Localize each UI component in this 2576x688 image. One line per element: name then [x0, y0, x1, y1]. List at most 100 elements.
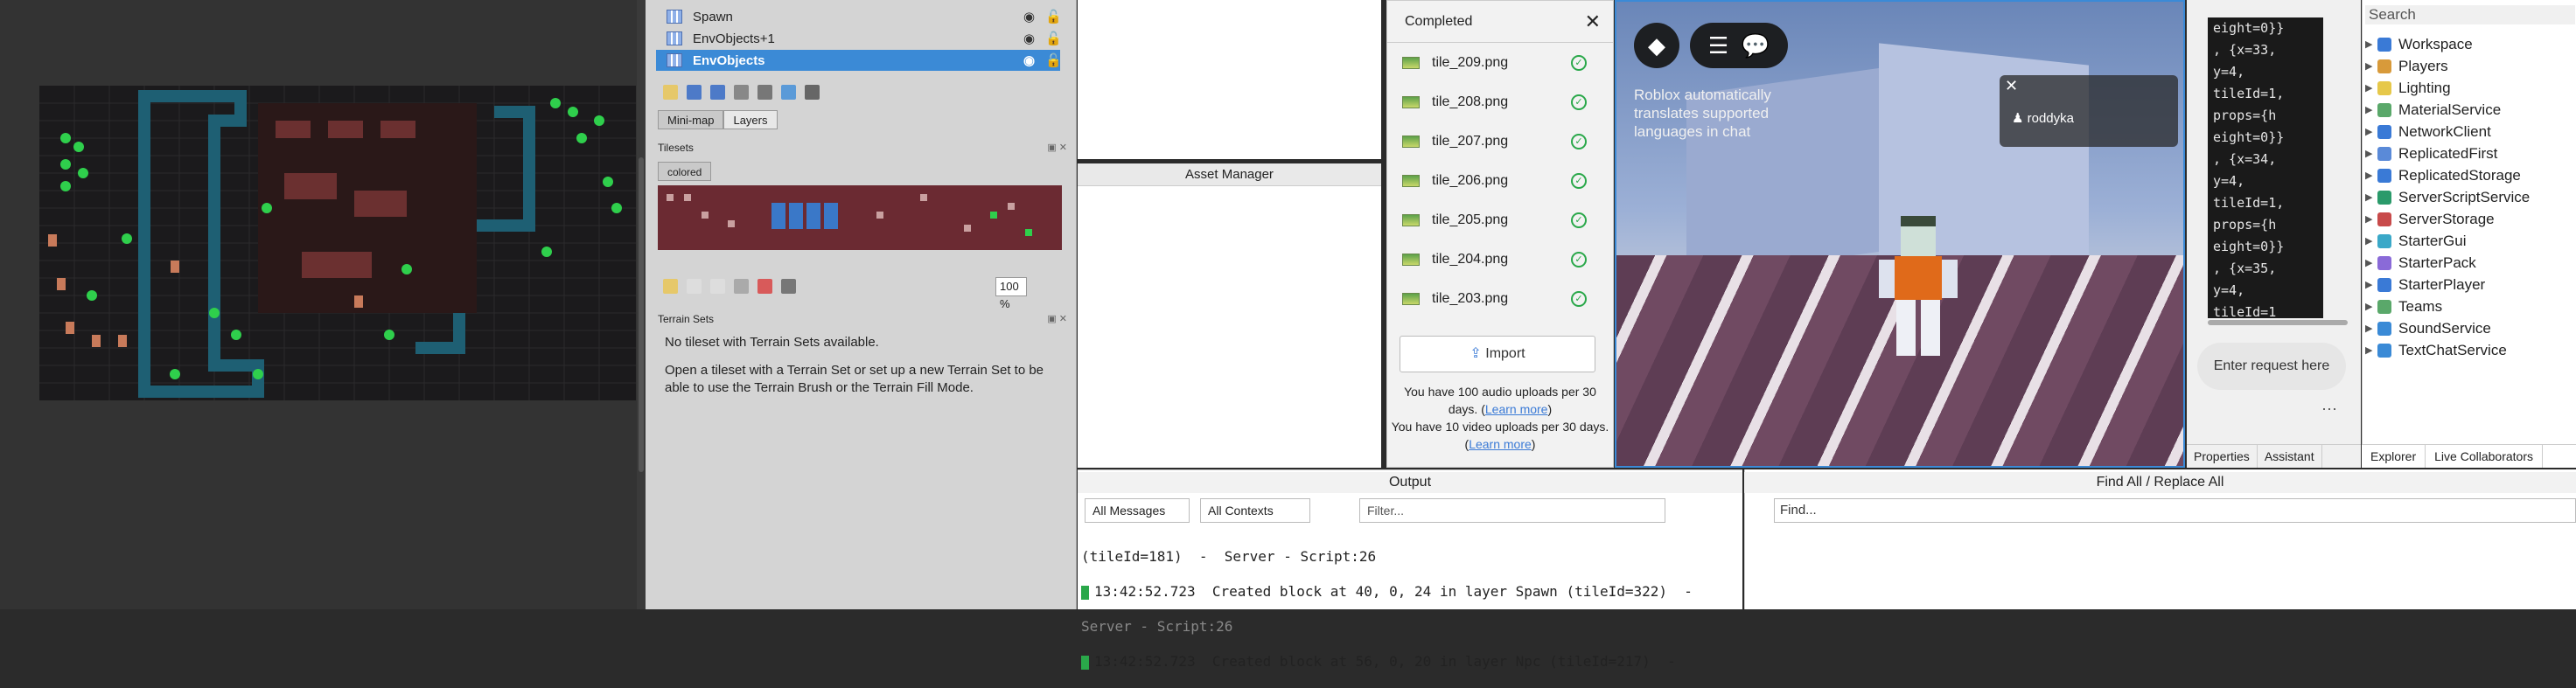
- chevron-right-icon[interactable]: ▶: [2365, 191, 2377, 203]
- layer-row-selected[interactable]: EnvObjects ◉ 🔓: [656, 50, 1062, 71]
- output-filter-input[interactable]: Filter...: [1359, 498, 1665, 523]
- explorer-item[interactable]: ▶ Teams: [2365, 295, 2442, 317]
- tab-live-collaborators[interactable]: Live Collaborators: [2426, 445, 2543, 468]
- chevron-right-icon[interactable]: ▶: [2365, 235, 2377, 247]
- explorer-item[interactable]: ▶ StarterPlayer: [2365, 274, 2485, 295]
- tiled-map-canvas[interactable]: [0, 0, 637, 609]
- learn-more-link[interactable]: Learn more: [1469, 437, 1532, 451]
- chevron-right-icon[interactable]: ▶: [2365, 38, 2377, 50]
- splitter-handle[interactable]: [639, 157, 644, 472]
- more-options-icon[interactable]: ⋯: [2321, 400, 2337, 419]
- explorer-item[interactable]: ▶ Lighting: [2365, 77, 2451, 99]
- eye-icon[interactable]: ◉: [1023, 31, 1035, 46]
- chevron-right-icon[interactable]: ▶: [2365, 213, 2377, 225]
- chevron-right-icon[interactable]: ▶: [2365, 279, 2377, 290]
- list-item[interactable]: tile_209.png ✓: [1387, 43, 1613, 82]
- chat-icon[interactable]: 💬: [1742, 32, 1770, 59]
- explorer-item[interactable]: ▶ Workspace: [2365, 33, 2473, 55]
- service-icon: [2377, 277, 2391, 292]
- explorer-item[interactable]: ▶ Players: [2365, 55, 2448, 77]
- visibility-icon[interactable]: [781, 84, 796, 100]
- explorer-item[interactable]: ▶ TextChatService: [2365, 339, 2507, 361]
- image-file-icon: [1402, 56, 1420, 69]
- panel-controls-icon[interactable]: ▣ ✕: [1047, 313, 1067, 324]
- explorer-item[interactable]: ▶ MaterialService: [2365, 99, 2501, 121]
- rearrange-icon[interactable]: [757, 278, 772, 294]
- roblox-menu-button[interactable]: ◆: [1634, 23, 1679, 68]
- import-button[interactable]: ⇪ Import: [1400, 336, 1595, 372]
- menu-icon[interactable]: ☰: [1708, 32, 1728, 59]
- chevron-right-icon[interactable]: ▶: [2365, 148, 2377, 159]
- chevron-right-icon[interactable]: ▶: [2365, 323, 2377, 334]
- eye-icon[interactable]: ◉: [1023, 52, 1035, 68]
- edit-tileset-icon[interactable]: [734, 278, 749, 294]
- explorer-item[interactable]: ▶ NetworkClient: [2365, 121, 2491, 142]
- explorer-item[interactable]: ▶ ServerStorage: [2365, 208, 2495, 230]
- lock-icon[interactable]: 🔓: [1045, 52, 1062, 68]
- game-viewport[interactable]: ◆ ☰ 💬 Roblox automatically translates su…: [1615, 0, 2185, 468]
- close-icon[interactable]: ✕: [1585, 1, 1601, 43]
- remove-tileset-icon[interactable]: [781, 278, 796, 294]
- move-down-icon[interactable]: [710, 84, 725, 100]
- list-item[interactable]: tile_206.png ✓: [1387, 161, 1613, 200]
- list-item[interactable]: tile_207.png ✓: [1387, 122, 1613, 161]
- list-item[interactable]: tile_205.png ✓: [1387, 200, 1613, 240]
- embed-icon[interactable]: [687, 278, 702, 294]
- list-item[interactable]: tile_208.png ✓: [1387, 82, 1613, 122]
- panel-tabs: Mini-map Layers: [658, 110, 778, 129]
- tab-explorer[interactable]: Explorer: [2362, 445, 2426, 468]
- chevron-right-icon[interactable]: ▶: [2365, 82, 2377, 94]
- chevron-right-icon[interactable]: ▶: [2365, 301, 2377, 312]
- explorer-item[interactable]: ▶ ReplicatedStorage: [2365, 164, 2521, 186]
- panel-controls-icon[interactable]: ▣ ✕: [1047, 142, 1067, 153]
- explorer-item[interactable]: ▶ StarterPack: [2365, 252, 2476, 274]
- chevron-right-icon[interactable]: ▶: [2365, 104, 2377, 115]
- close-icon[interactable]: ✕: [2005, 77, 2018, 95]
- delete-icon[interactable]: [757, 84, 772, 100]
- tab-properties[interactable]: Properties: [2187, 445, 2258, 468]
- messages-filter-select[interactable]: All Messages: [1085, 498, 1190, 523]
- lock-icon[interactable]: 🔓: [1045, 31, 1062, 46]
- code-scrollbar[interactable]: [2208, 320, 2348, 325]
- export-icon[interactable]: [710, 278, 725, 294]
- tile-map[interactable]: [39, 86, 636, 400]
- tab-minimap[interactable]: Mini-map: [658, 110, 724, 129]
- player-popup[interactable]: ✕ ♟ roddyka: [2000, 75, 2178, 147]
- explorer-item[interactable]: ▶ ReplicatedFirst: [2365, 142, 2497, 164]
- tileset-tab[interactable]: colored: [658, 162, 712, 181]
- service-icon: [2377, 343, 2391, 358]
- new-layer-icon[interactable]: [663, 84, 678, 100]
- contexts-filter-select[interactable]: All Contexts: [1200, 498, 1310, 523]
- explorer-item-label: SoundService: [2398, 319, 2491, 337]
- lock-icon[interactable]: 🔓: [1045, 9, 1062, 24]
- chevron-right-icon[interactable]: ▶: [2365, 344, 2377, 356]
- chevron-right-icon[interactable]: ▶: [2365, 170, 2377, 181]
- learn-more-link[interactable]: Learn more: [1485, 402, 1548, 416]
- log-line: 13:42:52.723 Created block at 56, 0, 20 …: [1081, 653, 1742, 671]
- tileset-preview[interactable]: [658, 185, 1062, 250]
- chevron-right-icon[interactable]: ▶: [2365, 126, 2377, 137]
- splitter[interactable]: [637, 0, 646, 609]
- lock-layer-icon[interactable]: [805, 84, 820, 100]
- duplicate-icon[interactable]: [734, 84, 749, 100]
- chevron-right-icon[interactable]: ▶: [2365, 60, 2377, 72]
- chevron-right-icon[interactable]: ▶: [2365, 257, 2377, 268]
- eye-icon[interactable]: ◉: [1023, 9, 1035, 24]
- list-item[interactable]: tile_203.png ✓: [1387, 279, 1613, 318]
- image-file-icon: [1402, 253, 1420, 266]
- move-up-icon[interactable]: [687, 84, 702, 100]
- explorer-item[interactable]: ▶ ServerScriptService: [2365, 186, 2530, 208]
- explorer-item[interactable]: ▶ StarterGui: [2365, 230, 2466, 252]
- assistant-request-input[interactable]: Enter request here: [2197, 343, 2346, 390]
- new-tileset-icon[interactable]: [663, 278, 678, 294]
- zoom-select[interactable]: 100 %: [995, 277, 1027, 310]
- layer-row[interactable]: EnvObjects+1 ◉ 🔓: [656, 28, 1062, 49]
- check-icon: ✓: [1571, 54, 1587, 71]
- tab-assistant[interactable]: Assistant: [2258, 445, 2322, 468]
- find-input[interactable]: Find...: [1774, 498, 2576, 523]
- explorer-search-input[interactable]: Search: [2365, 5, 2575, 24]
- list-item[interactable]: tile_204.png ✓: [1387, 240, 1613, 279]
- tab-layers[interactable]: Layers: [723, 110, 778, 129]
- explorer-item[interactable]: ▶ SoundService: [2365, 317, 2491, 339]
- layer-row[interactable]: Spawn ◉ 🔓: [656, 6, 1062, 27]
